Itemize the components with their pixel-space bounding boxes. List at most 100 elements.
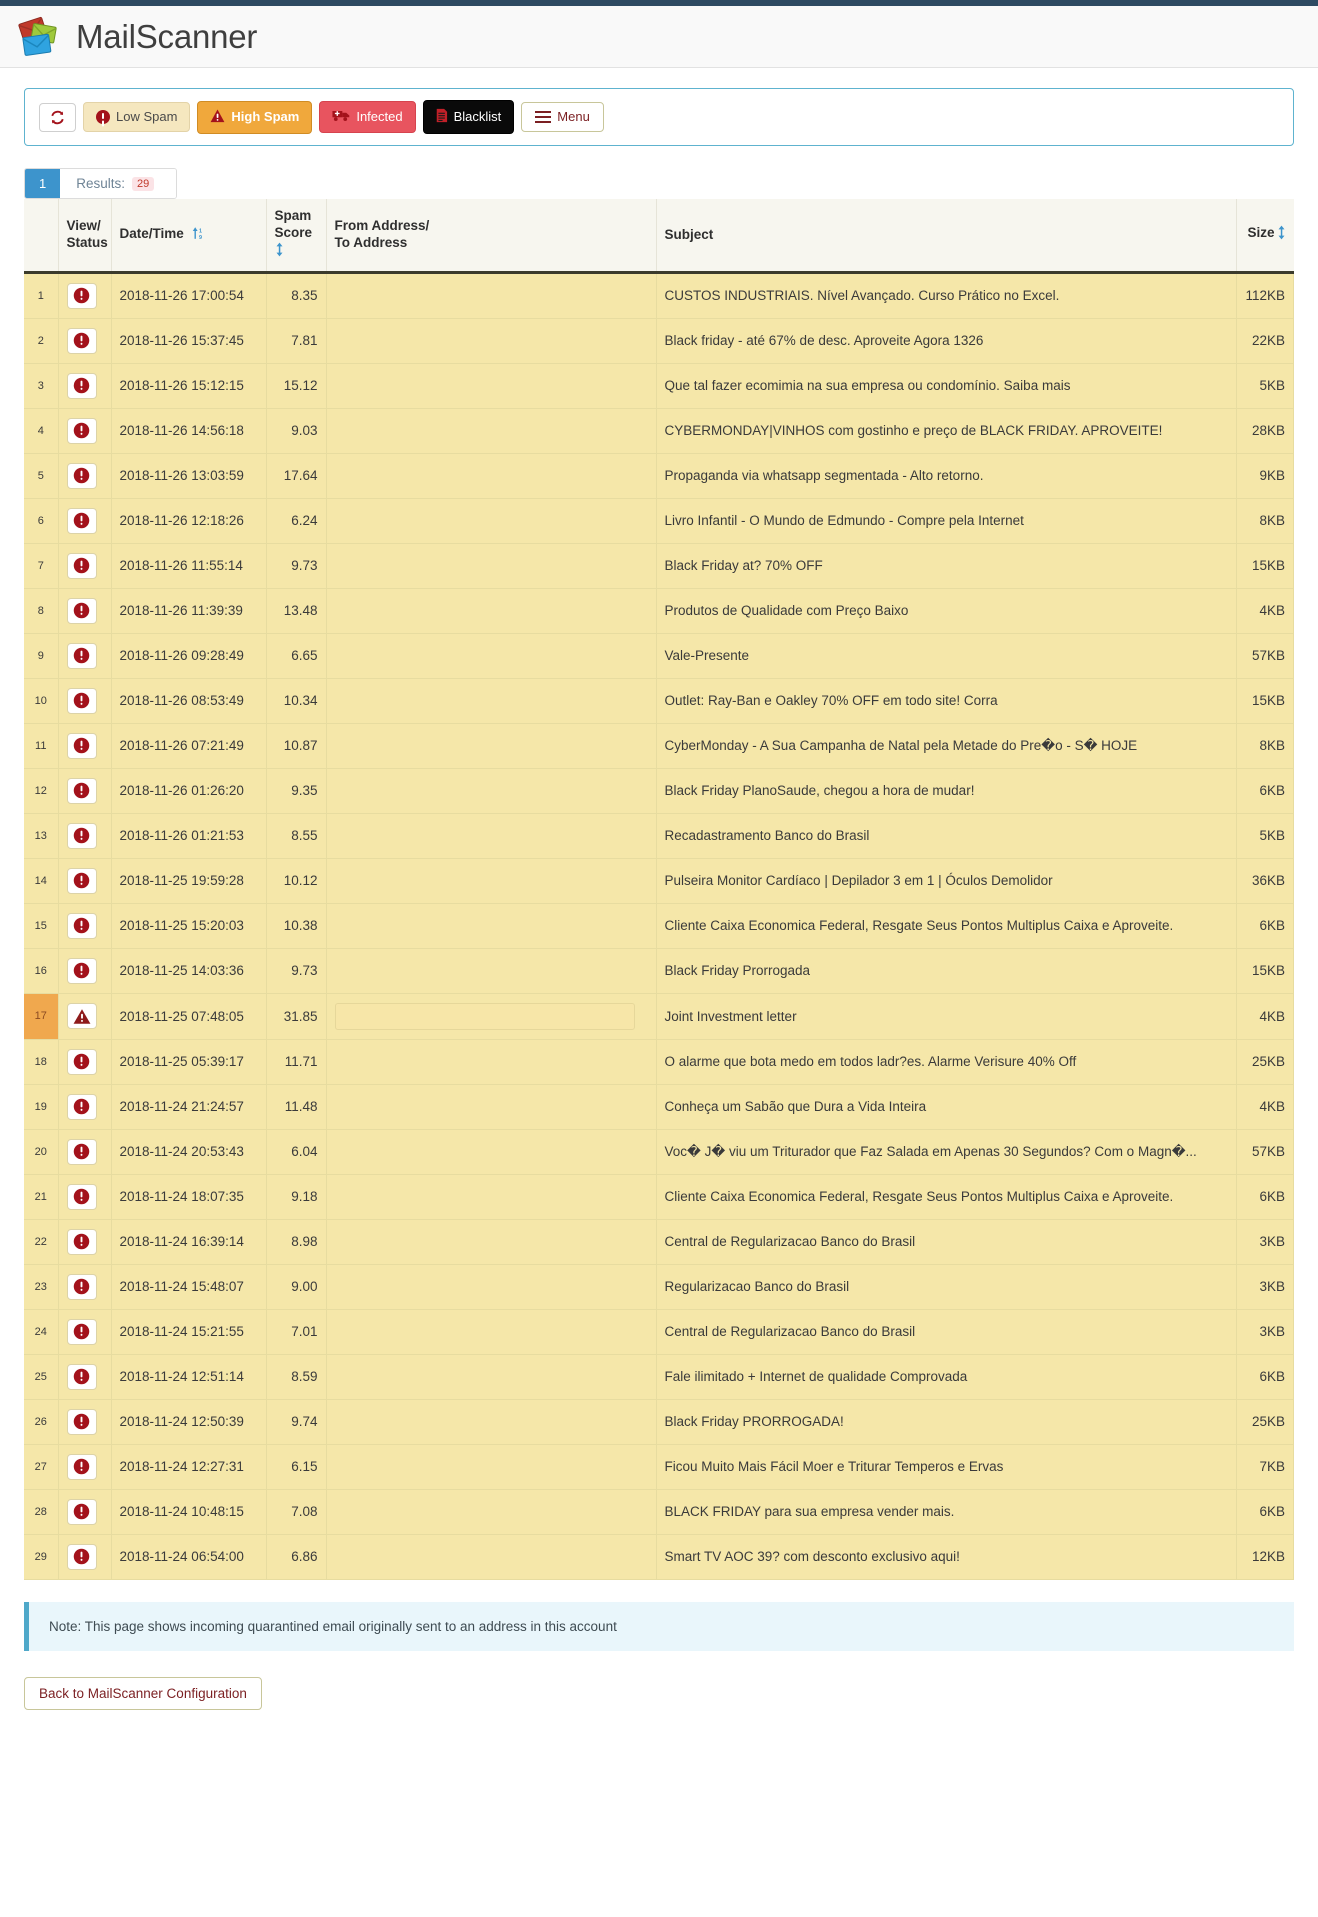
status-icon-box[interactable] [66, 597, 97, 624]
row-from-address[interactable] [326, 318, 657, 364]
row-subject[interactable]: BLACK FRIDAY para sua empresa vender mai… [656, 1489, 1237, 1535]
row-subject[interactable]: Black friday - até 67% de desc. Aproveit… [656, 318, 1237, 364]
filter-high-spam-button[interactable]: High Spam [197, 100, 313, 134]
status-icon-box[interactable] [66, 822, 97, 849]
row-from-address[interactable] [326, 858, 657, 904]
table-row[interactable]: 6 2018-11-26 12:18:26 6.24 Livro Infantil -… [24, 498, 1294, 544]
row-from-address[interactable] [326, 993, 657, 1040]
row-status-cell[interactable] [58, 408, 112, 454]
row-from-address[interactable] [326, 1219, 657, 1265]
sort-updown-icon[interactable] [1277, 225, 1286, 245]
row-from-address[interactable] [326, 768, 657, 814]
row-status-cell[interactable] [58, 1174, 112, 1220]
row-subject[interactable]: Outlet: Ray-Ban e Oakley 70% OFF em todo… [656, 678, 1237, 724]
row-status-cell[interactable] [58, 723, 112, 769]
row-subject[interactable]: Smart TV AOC 39? com desconto exclusivo … [656, 1534, 1237, 1580]
row-from-address[interactable] [326, 1444, 657, 1490]
row-status-cell[interactable] [58, 858, 112, 904]
row-from-address[interactable] [326, 1534, 657, 1580]
sort-updown-icon[interactable] [275, 242, 284, 262]
table-row[interactable]: 1 2018-11-26 17:00:54 8.35 CUSTOS INDUSTRIA… [24, 272, 1294, 319]
row-from-address[interactable] [326, 723, 657, 769]
row-status-cell[interactable] [58, 1219, 112, 1265]
row-from-address[interactable] [326, 1264, 657, 1310]
row-subject[interactable]: O alarme que bota medo em todos ladr?es.… [656, 1039, 1237, 1085]
row-status-cell[interactable] [58, 1084, 112, 1130]
status-icon-box[interactable] [66, 1498, 97, 1525]
status-icon-box[interactable] [66, 417, 97, 444]
row-subject[interactable]: Vale-Presente [656, 633, 1237, 679]
table-row[interactable]: 20 2018-11-24 20:53:43 6.04 Voc� J� viu um … [24, 1129, 1294, 1175]
row-subject[interactable]: CYBERMONDAY|VINHOS com gostinho e preço … [656, 408, 1237, 454]
row-status-cell[interactable] [58, 1399, 112, 1445]
row-subject[interactable]: Regularizacao Banco do Brasil [656, 1264, 1237, 1310]
row-subject[interactable]: Joint Investment letter [656, 993, 1237, 1040]
row-from-address[interactable] [326, 1174, 657, 1220]
back-to-configuration-button[interactable]: Back to MailScanner Configuration [24, 1676, 262, 1710]
status-icon-box[interactable] [66, 372, 97, 399]
column-header-datetime[interactable]: Date/Time 1 9 [111, 199, 267, 274]
status-icon-box[interactable] [66, 1003, 97, 1030]
table-row[interactable]: 17 2018-11-25 07:48:05 31.85 Joint Investme… [24, 993, 1294, 1040]
row-from-address[interactable] [326, 1489, 657, 1535]
row-subject[interactable]: Black Friday PlanoSaude, chegou a hora d… [656, 768, 1237, 814]
status-icon-box[interactable] [66, 777, 97, 804]
table-row[interactable]: 23 2018-11-24 15:48:07 9.00 Regularizacao B… [24, 1264, 1294, 1310]
table-row[interactable]: 2 2018-11-26 15:37:45 7.81 Black friday - a… [24, 318, 1294, 364]
row-from-address[interactable] [326, 588, 657, 634]
row-from-address[interactable] [326, 903, 657, 949]
filter-blacklist-button[interactable]: Blacklist [422, 100, 515, 135]
row-subject[interactable]: Central de Regularizacao Banco do Brasil [656, 1309, 1237, 1355]
row-status-cell[interactable] [58, 543, 112, 589]
row-status-cell[interactable] [58, 498, 112, 544]
table-row[interactable]: 8 2018-11-26 11:39:39 13.48 Produtos de Qua… [24, 588, 1294, 634]
status-icon-box[interactable] [66, 687, 97, 714]
row-status-cell[interactable] [58, 1354, 112, 1400]
row-subject[interactable]: Fale ilimitado + Internet de qualidade C… [656, 1354, 1237, 1400]
status-icon-box[interactable] [66, 282, 97, 309]
status-icon-box[interactable] [66, 1543, 97, 1570]
row-from-address[interactable] [326, 1129, 657, 1175]
table-row[interactable]: 24 2018-11-24 15:21:55 7.01 Central de Regu… [24, 1309, 1294, 1355]
table-row[interactable]: 3 2018-11-26 15:12:15 15.12 Que tal fazer e… [24, 363, 1294, 409]
row-subject[interactable]: Produtos de Qualidade com Preço Baixo [656, 588, 1237, 634]
menu-button[interactable]: Menu [521, 102, 604, 133]
status-icon-box[interactable] [66, 867, 97, 894]
table-row[interactable]: 5 2018-11-26 13:03:59 17.64 Propaganda via … [24, 453, 1294, 499]
row-status-cell[interactable] [58, 813, 112, 859]
refresh-button[interactable] [39, 102, 76, 132]
row-from-address[interactable] [326, 1039, 657, 1085]
status-icon-box[interactable] [66, 1228, 97, 1255]
row-status-cell[interactable] [58, 633, 112, 679]
status-icon-box[interactable] [66, 552, 97, 579]
table-row[interactable]: 4 2018-11-26 14:56:18 9.03 CYBERMONDAY|VINH… [24, 408, 1294, 454]
status-icon-box[interactable] [66, 957, 97, 984]
row-from-address[interactable] [326, 678, 657, 724]
row-subject[interactable]: CUSTOS INDUSTRIAIS. Nível Avançado. Curs… [656, 272, 1237, 319]
status-icon-box[interactable] [66, 462, 97, 489]
filter-infected-button[interactable]: Infected [319, 101, 416, 134]
table-row[interactable]: 19 2018-11-24 21:24:57 11.48 Conheça um Sab… [24, 1084, 1294, 1130]
row-subject[interactable]: Cliente Caixa Economica Federal, Resgate… [656, 1174, 1237, 1220]
table-row[interactable]: 7 2018-11-26 11:55:14 9.73 Black Friday at?… [24, 543, 1294, 589]
status-icon-box[interactable] [66, 1093, 97, 1120]
status-icon-box[interactable] [66, 1138, 97, 1165]
table-row[interactable]: 13 2018-11-26 01:21:53 8.55 Recadastramento… [24, 813, 1294, 859]
from-address-field[interactable] [334, 1002, 635, 1030]
row-subject[interactable]: Ficou Muito Mais Fácil Moer e Triturar T… [656, 1444, 1237, 1490]
row-from-address[interactable] [326, 1309, 657, 1355]
row-subject[interactable]: Propaganda via whatsapp segmentada - Alt… [656, 453, 1237, 499]
row-subject[interactable]: Cliente Caixa Economica Federal, Resgate… [656, 903, 1237, 949]
row-from-address[interactable] [326, 453, 657, 499]
row-from-address[interactable] [326, 1084, 657, 1130]
row-from-address[interactable] [326, 498, 657, 544]
row-status-cell[interactable] [58, 1534, 112, 1580]
status-icon-box[interactable] [66, 1318, 97, 1345]
table-row[interactable]: 14 2018-11-25 19:59:28 10.12 Pulseira Monit… [24, 858, 1294, 904]
row-status-cell[interactable] [58, 948, 112, 994]
status-icon-box[interactable] [66, 912, 97, 939]
row-subject[interactable]: Black Friday PRORROGADA! [656, 1399, 1237, 1445]
row-status-cell[interactable] [58, 1039, 112, 1085]
row-from-address[interactable] [326, 633, 657, 679]
table-row[interactable]: 26 2018-11-24 12:50:39 9.74 Black Friday PR… [24, 1399, 1294, 1445]
